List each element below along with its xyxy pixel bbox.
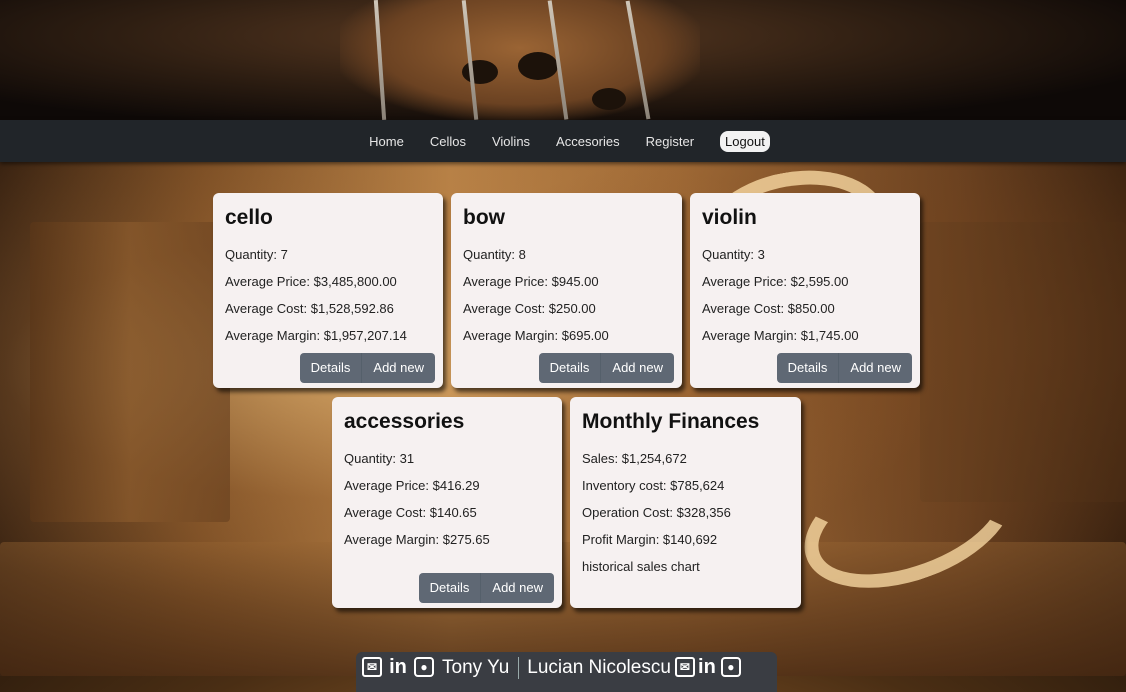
- details-button[interactable]: Details: [776, 353, 839, 383]
- nav-violins[interactable]: Violins: [492, 134, 530, 149]
- add-new-button[interactable]: Add new: [838, 353, 912, 383]
- header-background-image: [0, 0, 1126, 120]
- historical-sales-chart-text: historical sales chart: [582, 559, 700, 574]
- footer-bar: ✉ in ● Tony Yu Lucian Nicolescu ✉ in ●: [356, 652, 777, 692]
- top-navbar: Home Cellos Violins Accesories Register …: [0, 120, 1126, 162]
- add-new-button[interactable]: Add new: [361, 353, 435, 383]
- nav-home[interactable]: Home: [369, 134, 404, 149]
- quantity-text: Quantity: 31: [344, 451, 415, 466]
- sales-text: Sales: $1,254,672: [582, 451, 687, 466]
- linkedin-icon[interactable]: in: [697, 657, 717, 677]
- quantity-text: Quantity: 3: [702, 247, 765, 262]
- inventory-cost-text: Inventory cost: $785,624: [582, 478, 725, 493]
- operation-cost-text: Operation Cost: $328,356: [582, 505, 731, 520]
- average-margin-text: Average Margin: $1,745.00: [702, 328, 859, 343]
- logout-button[interactable]: Logout: [720, 130, 770, 152]
- card-title: accessories: [344, 410, 465, 433]
- average-cost-text: Average Cost: $250.00: [463, 301, 596, 316]
- product-card-accessories: accessories Quantity: 31 Average Price: …: [332, 397, 562, 608]
- average-price-text: Average Price: $416.29: [344, 478, 480, 493]
- average-price-text: Average Price: $3,485,800.00: [225, 274, 397, 289]
- card-button-group: Details Add new: [299, 353, 435, 383]
- card-button-group: Details Add new: [418, 573, 554, 603]
- mail-icon[interactable]: ✉: [674, 657, 695, 677]
- product-card-cello: cello Quantity: 7 Average Price: $3,485,…: [213, 193, 443, 388]
- quantity-text: Quantity: 7: [225, 247, 288, 262]
- bridge-hole-decor: [592, 88, 626, 110]
- average-price-text: Average Price: $945.00: [463, 274, 599, 289]
- card-title: cello: [225, 206, 273, 229]
- details-button[interactable]: Details: [418, 573, 481, 603]
- details-button[interactable]: Details: [538, 353, 601, 383]
- average-margin-text: Average Margin: $1,957,207.14: [225, 328, 407, 343]
- card-button-group: Details Add new: [776, 353, 912, 383]
- average-margin-text: Average Margin: $695.00: [463, 328, 609, 343]
- monthly-finances-card: Monthly Finances Sales: $1,254,672 Inven…: [570, 397, 801, 608]
- quantity-text: Quantity: 8: [463, 247, 526, 262]
- card-title: Monthly Finances: [582, 410, 760, 433]
- github-icon[interactable]: ●: [720, 657, 741, 677]
- wood-panel-decor: [30, 222, 230, 522]
- product-card-bow: bow Quantity: 8 Average Price: $945.00 A…: [451, 193, 682, 388]
- average-price-text: Average Price: $2,595.00: [702, 274, 849, 289]
- card-button-group: Details Add new: [538, 353, 674, 383]
- add-new-button[interactable]: Add new: [480, 573, 554, 603]
- card-title: violin: [702, 206, 757, 229]
- details-button[interactable]: Details: [299, 353, 362, 383]
- profit-margin-text: Profit Margin: $140,692: [582, 532, 718, 547]
- average-cost-text: Average Cost: $850.00: [702, 301, 835, 316]
- nav-register[interactable]: Register: [646, 134, 694, 149]
- add-new-button[interactable]: Add new: [600, 353, 674, 383]
- mail-icon[interactable]: ✉: [362, 657, 382, 677]
- average-cost-text: Average Cost: $1,528,592.86: [225, 301, 394, 316]
- card-title: bow: [463, 206, 505, 229]
- bridge-hole-decor: [518, 52, 558, 80]
- average-margin-text: Average Margin: $275.65: [344, 532, 490, 547]
- nav-cellos[interactable]: Cellos: [430, 134, 466, 149]
- github-icon[interactable]: ●: [414, 657, 434, 677]
- nav-accesories[interactable]: Accesories: [556, 134, 620, 149]
- product-card-violin: violin Quantity: 3 Average Price: $2,595…: [690, 193, 920, 388]
- linkedin-icon[interactable]: in: [388, 657, 408, 677]
- average-cost-text: Average Cost: $140.65: [344, 505, 477, 520]
